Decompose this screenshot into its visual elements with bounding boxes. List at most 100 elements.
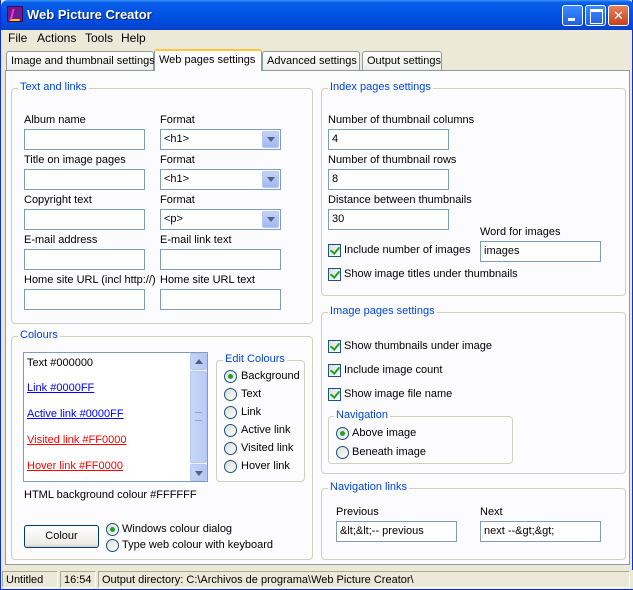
copyright-input[interactable]	[24, 209, 145, 230]
title-bar[interactable]: Web Picture Creator	[1, 0, 633, 30]
next-label: Next	[480, 506, 503, 518]
title-image-pages-input[interactable]	[24, 169, 145, 190]
radio-type-web-colour[interactable]	[106, 539, 119, 552]
show-titles-label[interactable]: Show image titles under thumbnails	[344, 268, 518, 280]
home-url-input[interactable]	[24, 289, 145, 310]
radio-above-image-label[interactable]: Above image	[352, 427, 416, 439]
radio-windows-colour-dialog-label[interactable]: Windows colour dialog	[122, 523, 232, 535]
radio-beneath-image-label[interactable]: Beneath image	[352, 446, 426, 458]
show-thumbnails-label[interactable]: Show thumbnails under image	[344, 340, 492, 352]
radio-background-label[interactable]: Background	[241, 370, 300, 382]
status-output-directory: Output directory: C:\Archivos de program…	[98, 571, 630, 588]
previous-input[interactable]: &lt;&lt;-- previous	[336, 521, 457, 542]
scroll-down-icon[interactable]	[190, 464, 207, 481]
next-input[interactable]: next --&gt;&gt;	[480, 521, 601, 542]
thumbnail-rows-input[interactable]: 8	[328, 169, 449, 190]
radio-visited-link[interactable]	[224, 442, 237, 455]
group-title-image-pages: Image pages settings	[328, 305, 437, 317]
title-image-pages-label: Title on image pages	[24, 154, 126, 166]
radio-hover-link-label[interactable]: Hover link	[241, 460, 290, 472]
scroll-up-icon[interactable]	[190, 353, 207, 370]
chevron-down-icon[interactable]	[262, 211, 279, 228]
close-icon[interactable]	[608, 5, 629, 26]
radio-type-web-colour-label[interactable]: Type web colour with keyboard	[122, 539, 273, 551]
chevron-down-icon[interactable]	[262, 131, 279, 148]
radio-windows-colour-dialog[interactable]	[106, 523, 119, 536]
include-image-count-label[interactable]: Include image count	[344, 364, 442, 376]
tab-image-thumbnail-settings[interactable]: Image and thumbnail settings	[6, 51, 155, 71]
album-name-label: Album name	[24, 114, 86, 126]
thumbnail-columns-input[interactable]: 4	[328, 129, 449, 150]
email-link-text-label: E-mail link text	[160, 234, 232, 246]
show-file-name-checkbox[interactable]	[328, 388, 341, 401]
tab-web-pages-settings[interactable]: Web pages settings	[154, 49, 262, 71]
email-input[interactable]	[24, 249, 145, 270]
colour-list[interactable]: Text #000000 Link #0000FF Active link #0…	[23, 352, 208, 482]
thumbnail-distance-label: Distance between thumbnails	[328, 194, 472, 206]
email-link-text-input[interactable]	[160, 249, 281, 270]
group-title-navigation: Navigation	[334, 409, 390, 421]
group-title-index-pages: Index pages settings	[328, 81, 433, 93]
tab-output-settings[interactable]: Output settings	[362, 51, 442, 71]
menu-tools[interactable]: Tools	[85, 31, 113, 45]
minimize-icon[interactable]	[562, 5, 583, 26]
radio-hover-link[interactable]	[224, 460, 237, 473]
radio-visited-link-label[interactable]: Visited link	[241, 442, 293, 454]
radio-link[interactable]	[224, 406, 237, 419]
home-url-text-input[interactable]	[160, 289, 281, 310]
colour-item-hover-link[interactable]: Hover link #FF0000	[27, 460, 123, 472]
album-format-label: Format	[160, 114, 195, 126]
radio-above-image[interactable]	[336, 427, 349, 440]
radio-beneath-image[interactable]	[336, 446, 349, 459]
group-title-edit-colours: Edit Colours	[223, 353, 287, 365]
radio-link-label[interactable]: Link	[241, 406, 261, 418]
thumbnail-columns-label: Number of thumbnail columns	[328, 114, 475, 126]
radio-text-label[interactable]: Text	[241, 388, 261, 400]
home-url-label: Home site URL (incl http://)	[24, 274, 156, 286]
group-title-text-links: Text and links	[18, 81, 89, 93]
group-title-colours: Colours	[18, 329, 60, 341]
colour-list-scrollbar[interactable]	[190, 353, 207, 481]
radio-active-link-label[interactable]: Active link	[241, 424, 291, 436]
main-window: Web Picture Creator File Actions Tools H…	[0, 0, 633, 590]
colour-item-text[interactable]: Text #000000	[27, 357, 93, 369]
radio-active-link[interactable]	[224, 424, 237, 437]
status-file: Untitled	[2, 571, 58, 588]
scroll-thumb[interactable]	[190, 371, 207, 463]
colour-item-active-link[interactable]: Active link #0000FF	[27, 408, 124, 420]
album-name-input[interactable]	[24, 129, 145, 150]
copyright-format-select[interactable]: <p>	[160, 209, 281, 230]
colour-item-visited-link[interactable]: Visited link #FF0000	[27, 434, 126, 446]
previous-label: Previous	[336, 506, 379, 518]
menu-bar: File Actions Tools Help	[1, 30, 633, 48]
chevron-down-icon[interactable]	[262, 171, 279, 188]
copyright-label: Copyright text	[24, 194, 92, 206]
radio-background[interactable]	[224, 370, 237, 383]
show-thumbnails-checkbox[interactable]	[328, 340, 341, 353]
tab-advanced-settings[interactable]: Advanced settings	[262, 51, 360, 71]
email-label: E-mail address	[24, 234, 98, 246]
status-time: 16:54	[60, 571, 96, 588]
menu-help[interactable]: Help	[121, 31, 146, 45]
window-title: Web Picture Creator	[27, 7, 152, 22]
group-title-navigation-links: Navigation links	[328, 481, 410, 493]
copyright-format-label: Format	[160, 194, 195, 206]
include-number-checkbox[interactable]	[328, 244, 341, 257]
include-number-label[interactable]: Include number of images	[344, 244, 471, 256]
thumbnail-distance-input[interactable]: 30	[328, 209, 449, 230]
maximize-icon[interactable]	[585, 5, 606, 26]
colour-item-link[interactable]: Link #0000FF	[27, 382, 94, 394]
status-bar: Untitled 16:54 Output directory: C:\Arch…	[1, 570, 633, 589]
home-url-text-label: Home site URL text	[160, 274, 255, 286]
menu-file[interactable]: File	[8, 31, 27, 45]
show-file-name-label[interactable]: Show image file name	[344, 388, 452, 400]
app-icon	[7, 6, 23, 22]
title-format-select[interactable]: <h1>	[160, 169, 281, 190]
word-for-images-input[interactable]: images	[480, 241, 601, 262]
colour-button[interactable]: Colour	[24, 525, 99, 548]
include-image-count-checkbox[interactable]	[328, 364, 341, 377]
radio-text[interactable]	[224, 388, 237, 401]
menu-actions[interactable]: Actions	[37, 31, 76, 45]
show-titles-checkbox[interactable]	[328, 268, 341, 281]
album-format-select[interactable]: <h1>	[160, 129, 281, 150]
